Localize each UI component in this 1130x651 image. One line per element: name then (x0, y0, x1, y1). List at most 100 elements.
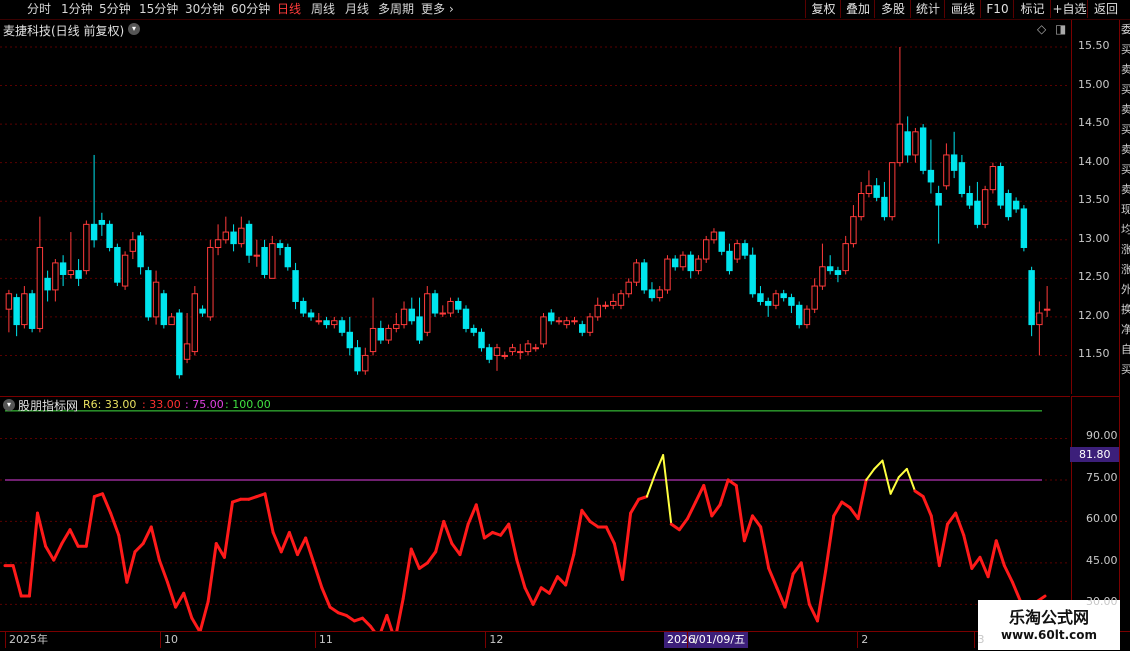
indicator-line-segment (68, 528, 80, 548)
indicator-line-segment (799, 561, 811, 606)
indicator-line-segment (182, 591, 194, 620)
candle (493, 343, 501, 371)
candle (486, 343, 493, 364)
candle (532, 343, 539, 352)
toolbar-button-6[interactable]: 标记 (1013, 0, 1051, 18)
period-7[interactable]: 周线 (311, 1, 335, 18)
indicator-param-1: : 33.00 (142, 398, 181, 411)
candle (183, 313, 191, 364)
right-strip-char: 委 (1121, 24, 1130, 36)
candle (749, 247, 756, 298)
period-2[interactable]: 5分钟 (99, 1, 131, 18)
indicator-menu-icon[interactable]: ▾ (3, 399, 15, 411)
toolbar-button-8[interactable]: 返回 (1087, 0, 1124, 18)
indicator-line-segment (474, 503, 486, 540)
candle (222, 216, 230, 244)
candle (888, 162, 896, 221)
toolbar-button-0[interactable]: 复权 (805, 0, 841, 18)
indicator-line-segment (426, 550, 438, 565)
candle (997, 162, 1004, 209)
right-strip-char: 买 (1121, 44, 1130, 56)
period-3[interactable]: 15分钟 (139, 1, 178, 18)
period-0[interactable]: 分时 (27, 1, 51, 18)
right-strip-char: 卖 (1121, 64, 1130, 76)
candle (733, 239, 741, 263)
candle (1012, 197, 1020, 213)
toolbar-button-1[interactable]: 叠加 (840, 0, 875, 18)
indicator-panel[interactable] (0, 396, 1070, 632)
candle (935, 185, 942, 244)
indicator-line-segment (604, 525, 616, 546)
period-9[interactable]: 多周期 (378, 1, 414, 18)
toolbar-button-2[interactable]: 多股 (874, 0, 911, 18)
indicator-line-segment (109, 511, 121, 537)
indicator-line-segment (401, 547, 413, 601)
candle (276, 239, 284, 256)
indicator-line-segment (198, 600, 210, 632)
period-5[interactable]: 60分钟 (231, 1, 270, 18)
indicator-line-segment (395, 597, 405, 632)
candle (346, 316, 354, 356)
right-strip-char: 净 (1121, 324, 1130, 336)
indicator-line-segment (547, 575, 559, 595)
indicator-line-segment (149, 525, 161, 562)
indicator-line-segment (677, 517, 689, 532)
indicator-line-segment (881, 459, 892, 495)
indicator-line-segment (759, 525, 771, 570)
indicator-param-0: R6: 33.00 (83, 398, 137, 411)
candle (199, 305, 206, 317)
indicator-line-segment (206, 542, 218, 604)
indicator-line-segment (873, 459, 884, 470)
candle (718, 231, 725, 256)
indicator-line-segment (141, 525, 153, 546)
right-info-strip: 委买卖买卖买卖买卖现均涨涨外换净自买 (1119, 20, 1130, 632)
indicator-line-segment (117, 533, 129, 584)
indicator-line-segment (52, 542, 64, 562)
right-strip-char: 买 (1121, 364, 1130, 376)
indicator-line-segment (11, 564, 23, 598)
indicator-line-segment (379, 613, 389, 632)
indicator-line-segment (767, 566, 779, 590)
candle (5, 289, 13, 333)
indicator-tick-label: 45.00 (1086, 553, 1118, 567)
toolbar-button-4[interactable]: 画线 (944, 0, 981, 18)
candle (400, 301, 408, 329)
candle (803, 305, 811, 329)
toolbar-button-7[interactable]: +自选 (1050, 0, 1088, 18)
candle (455, 297, 462, 314)
candle (710, 228, 718, 244)
period-1[interactable]: 1分钟 (61, 1, 93, 18)
candle (261, 239, 268, 279)
period-8[interactable]: 月线 (345, 1, 369, 18)
candle (214, 224, 222, 256)
candle (176, 309, 183, 379)
period-4[interactable]: 30分钟 (185, 1, 224, 18)
candle (594, 297, 601, 321)
candle (1028, 266, 1035, 337)
candle (207, 239, 214, 321)
candle (757, 286, 764, 306)
candle (13, 293, 20, 337)
candle (679, 251, 687, 271)
toolbar-button-3[interactable]: 统计 (910, 0, 945, 18)
right-strip-char: 买 (1121, 164, 1130, 176)
candle (702, 235, 710, 263)
period-10[interactable]: 更多 (421, 1, 445, 18)
candle (385, 324, 392, 344)
indicator-line-segment (694, 483, 706, 504)
candle (571, 316, 578, 325)
candle (927, 139, 935, 194)
indicator-line-segment (361, 616, 373, 628)
price-tick-label: 15.50 (1078, 38, 1110, 52)
indicator-line-segment (442, 519, 454, 546)
candle (377, 320, 384, 344)
kline-panel[interactable] (0, 20, 1070, 394)
more-chevron-icon[interactable]: › (449, 1, 454, 18)
candle (795, 301, 803, 329)
candle (958, 154, 966, 198)
period-6[interactable]: 日线 (277, 1, 301, 18)
toolbar-button-5[interactable]: F10 (980, 0, 1014, 18)
candle (1043, 286, 1051, 317)
candle (191, 286, 199, 356)
candle (28, 289, 36, 333)
